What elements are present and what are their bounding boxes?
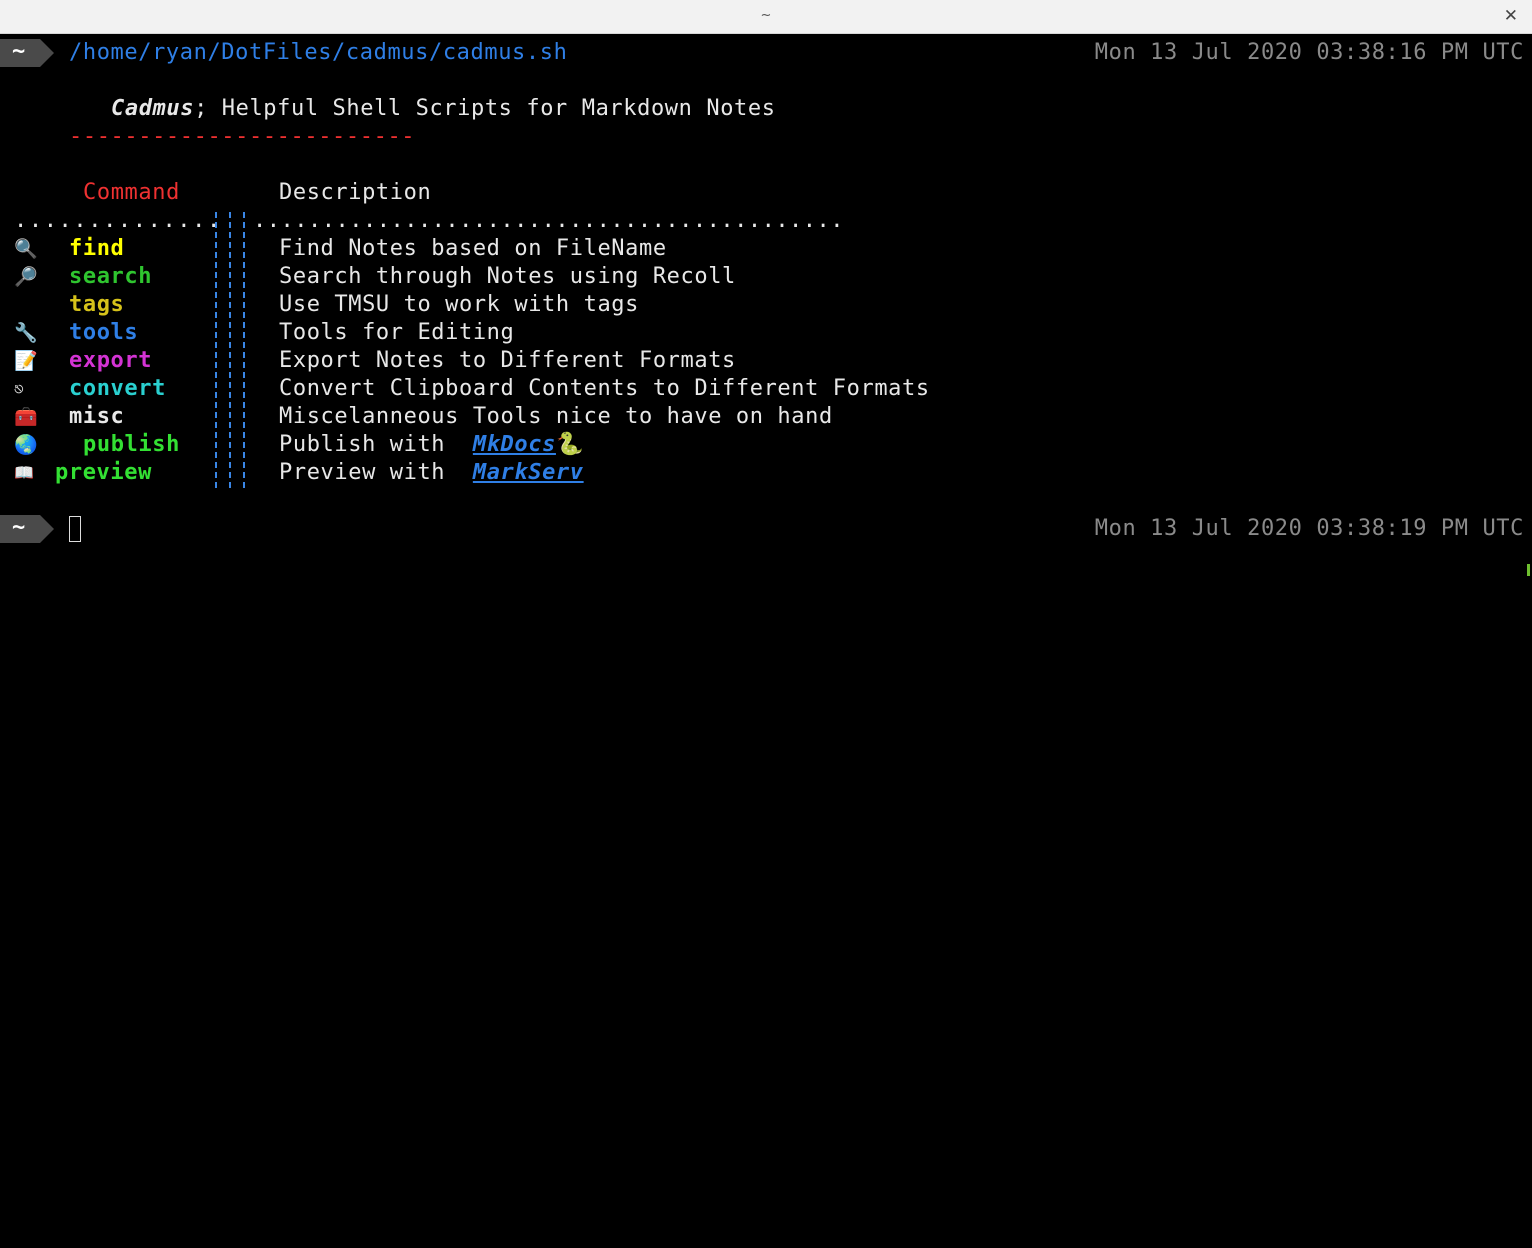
prompt-badge-2: ~ [0, 515, 54, 543]
heading-underline: ------------------------- [69, 124, 416, 149]
heading-name: Cadmus [111, 96, 195, 121]
description-publish: Publish with MkDocs🐍 [279, 431, 584, 459]
description-tags: Use TMSU to work with tags [279, 292, 639, 317]
terminal[interactable]: ~ /home/ryan/DotFiles/cadmus/cadmus.sh M… [0, 34, 1532, 1248]
magnifier-right-icon: 🔎 [14, 266, 38, 288]
description-tools: Tools for Editing [279, 320, 515, 345]
globe-icon: 🌏 [14, 434, 38, 456]
description-find: Find Notes based on FileName [279, 236, 667, 261]
toolbox-icon: 🧰 [14, 406, 38, 428]
window-title: ~ [760, 8, 772, 23]
command-convert: convert [69, 376, 166, 401]
column-divider [243, 212, 245, 488]
description-misc: Miscelanneous Tools nice to have on hand [279, 404, 833, 429]
memo-icon: 📝 [14, 350, 38, 372]
column-divider [229, 212, 231, 488]
command-find: find [69, 236, 125, 261]
prompt-timestamp-2: Mon 13 Jul 2020 03:38:19 PM UTC [1094, 516, 1524, 541]
convert-icon: ⎋ [14, 379, 24, 398]
snake-icon: 🐍 [555, 432, 584, 457]
column-header-description: Description [279, 180, 432, 205]
mkdocs-link[interactable]: MkDocs [473, 432, 556, 457]
prompt-badge: ~ [0, 39, 54, 67]
close-icon[interactable]: ✕ [1504, 6, 1518, 26]
command-search: search [69, 264, 153, 289]
wrench-icon: 🔧 [14, 322, 38, 344]
command-preview: preview [55, 460, 152, 485]
command-misc: misc [69, 404, 125, 429]
prompt-symbol-2: ~ [12, 515, 26, 540]
script-path: /home/ryan/DotFiles/cadmus/cadmus.sh [69, 40, 568, 65]
book-icon: 📖 [14, 463, 34, 482]
description-search: Search through Notes using Recoll [279, 264, 736, 289]
description-publish-text: Publish with [279, 432, 459, 457]
separator-right: ........................................… [253, 208, 845, 233]
description-preview-text: Preview with [279, 460, 459, 485]
command-export: export [69, 348, 153, 373]
text-cursor[interactable] [69, 516, 81, 542]
command-tools: tools [69, 320, 139, 345]
tag-icon: 🏷 [14, 294, 39, 316]
separator-left: .............. [14, 208, 222, 233]
heading: Cadmus; Helpful Shell Scripts for Markdo… [111, 95, 776, 123]
magnifier-left-icon: 🔍 [14, 238, 38, 260]
heading-rest: ; Helpful Shell Scripts for Markdown Not… [194, 96, 776, 121]
column-divider [215, 212, 217, 488]
column-header-command: Command [83, 180, 180, 205]
command-publish: publish [83, 432, 180, 457]
description-convert: Convert Clipboard Contents to Different … [279, 376, 930, 401]
description-export: Export Notes to Different Formats [279, 348, 736, 373]
prompt-symbol: ~ [12, 39, 26, 64]
scroll-marker [1527, 564, 1530, 576]
prompt-timestamp: Mon 13 Jul 2020 03:38:16 PM UTC [1094, 40, 1524, 65]
window-titlebar: ~ ✕ [0, 0, 1532, 34]
command-tags: tags [69, 292, 125, 317]
markserv-link[interactable]: MarkServ [473, 460, 584, 485]
description-preview: Preview with MarkServ [279, 459, 584, 487]
